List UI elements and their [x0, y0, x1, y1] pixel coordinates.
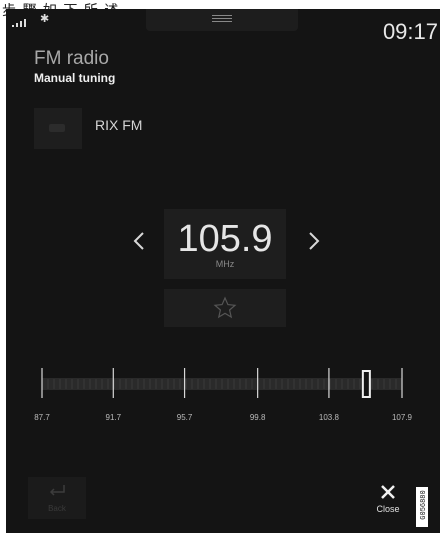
bluetooth-icon: ✱: [40, 13, 50, 25]
favorite-button[interactable]: [164, 289, 286, 327]
image-reference-code: G056880: [420, 490, 428, 520]
back-label: Back: [48, 504, 66, 513]
chevron-right-icon[interactable]: [304, 227, 324, 255]
scale-tick-label: 107.9: [391, 413, 413, 422]
close-label: Close: [376, 504, 400, 514]
frequency-unit: MHz: [215, 259, 235, 269]
signal-bars-icon: [12, 19, 26, 27]
chevron-left-icon[interactable]: [129, 227, 149, 255]
page-title: FM radio: [34, 48, 109, 69]
close-button[interactable]: Close: [364, 477, 412, 521]
status-bar: ✱ 09:17: [6, 9, 440, 53]
star-outline-icon: [213, 296, 237, 319]
clock: 09:17: [382, 19, 438, 44]
scale-tick-label: 103.8: [318, 413, 339, 422]
close-icon: [381, 485, 395, 499]
frequency-display: 105.9 MHz: [164, 209, 286, 279]
back-arrow-icon: [49, 485, 65, 496]
scale-tick-label: 95.7: [176, 413, 193, 422]
scale-tick-label: 91.7: [105, 413, 122, 422]
image-reference: G056880: [416, 487, 428, 527]
frequency-value: 105.9: [177, 218, 273, 260]
top-drawer-handle[interactable]: [146, 9, 298, 31]
drag-handle-icon: [212, 15, 232, 23]
scale-tick-label: 87.7: [34, 413, 50, 422]
page-subtitle: Manual tuning: [34, 71, 116, 85]
station-name: RIX FM: [95, 117, 143, 133]
back-button[interactable]: Back: [28, 477, 86, 519]
tuning-scale-track[interactable]: [30, 366, 420, 436]
scale-tick-label: 99.8: [249, 413, 266, 422]
radio-screen: ✱ 09:17 FM radio Manual tuning RIX FM 10…: [6, 9, 440, 533]
station-logo: [34, 108, 82, 149]
tuning-marker[interactable]: [361, 370, 371, 398]
